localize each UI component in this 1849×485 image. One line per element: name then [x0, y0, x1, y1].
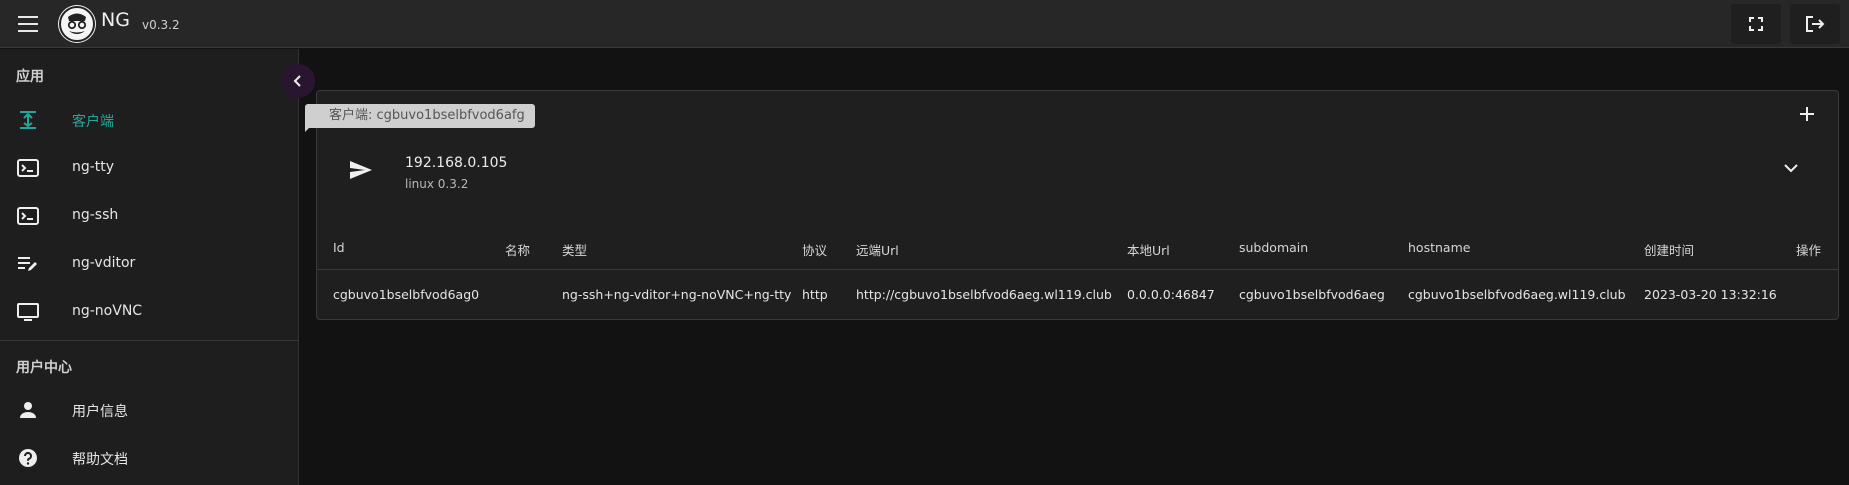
sidebar-item-ng-tty[interactable]: ng-tty	[0, 145, 298, 191]
sidebar-item-client[interactable]: 客户端	[0, 97, 298, 143]
client-host: 192.168.0.105	[405, 155, 508, 171]
table-cell-local-url: 0.0.0.0:46847	[1127, 287, 1215, 302]
table-header: 远端Url	[856, 243, 899, 258]
sidebar-section-apps: 应用	[16, 69, 44, 85]
sidebar-item-label: 客户端	[72, 114, 114, 130]
table-header: 协议	[802, 243, 828, 258]
fullscreen-icon	[1749, 17, 1763, 31]
monitor-icon	[17, 303, 39, 321]
table-header: 创建时间	[1644, 243, 1695, 258]
sidebar-item-ng-novnc[interactable]: ng-noVNC	[0, 289, 298, 335]
table-cell-created: 2023-03-20 13:32:16	[1644, 287, 1777, 302]
sidebar-item-label: ng-noVNC	[72, 303, 143, 319]
top-app-bar: NG v0.3.2	[0, 0, 1849, 48]
collapse-sidebar-button[interactable]	[281, 64, 315, 98]
table-header: 操作	[1796, 243, 1822, 258]
sidebar-item-ng-ssh[interactable]: ng-ssh	[0, 193, 298, 239]
table-cell-type: ng-ssh+ng-vditor+ng-noVNC+ng-tty	[562, 287, 792, 302]
sidebar-item-label: ng-ssh	[72, 207, 119, 223]
sidebar-item-help-docs[interactable]: 帮助文档	[0, 435, 298, 481]
client-os: linux 0.3.2	[405, 177, 469, 191]
logout-icon	[1806, 16, 1825, 32]
client-header-row[interactable]: 192.168.0.105 linux 0.3.2	[317, 136, 1838, 206]
table-cell-protocol: http	[802, 287, 828, 302]
hamburger-icon[interactable]	[16, 11, 42, 37]
ng-logo	[58, 5, 96, 43]
table-header: 本地Url	[1127, 243, 1170, 258]
help-icon	[19, 449, 37, 467]
sidebar-item-user-info[interactable]: 用户信息	[0, 387, 298, 433]
sidebar-item-label: 用户信息	[72, 404, 128, 420]
sidebar-item-label: 帮助文档	[72, 452, 128, 468]
table-divider	[317, 269, 1838, 270]
chevron-left-icon	[293, 75, 301, 87]
add-client-button[interactable]	[1792, 99, 1822, 129]
table-header: 名称	[505, 243, 531, 258]
table-cell-remote-url[interactable]: http://cgbuvo1bselbfvod6aeg.wl119.club	[856, 287, 1112, 302]
terminal-icon	[17, 207, 39, 225]
fullscreen-button[interactable]	[1731, 4, 1781, 44]
terminal-icon	[17, 159, 39, 177]
table-cell-id: cgbuvo1bselbfvod6ag0	[333, 287, 480, 302]
app-version: v0.3.2	[142, 18, 180, 32]
app-name: NG	[101, 9, 130, 31]
table-header: hostname	[1408, 240, 1471, 255]
sidebar-item-label: ng-tty	[72, 159, 115, 175]
logout-button[interactable]	[1790, 4, 1840, 44]
sidebar: 应用 客户端 ng-tty ng-ssh ng-vditor ng-noVNC	[0, 49, 299, 485]
table-header: 类型	[562, 243, 588, 258]
send-icon	[350, 161, 372, 179]
table-cell-hostname: cgbuvo1bselbfvod6aeg.wl119.club	[1408, 287, 1626, 302]
edit-note-icon	[18, 257, 37, 271]
sidebar-divider	[0, 340, 298, 341]
person-icon	[20, 402, 36, 418]
sidebar-section-user: 用户中心	[16, 360, 72, 376]
upload-icon	[20, 111, 36, 129]
sidebar-item-label: ng-vditor	[72, 255, 136, 271]
clients-card: 192.168.0.105 linux 0.3.2 Id 名称 类型 协议 远端…	[316, 90, 1839, 320]
client-tooltip: 客户端: cgbuvo1bselbfvod6afg	[305, 104, 535, 132]
plus-icon	[1800, 107, 1814, 121]
table-header: Id	[333, 240, 345, 255]
sidebar-item-ng-vditor[interactable]: ng-vditor	[0, 241, 298, 287]
table-header: subdomain	[1239, 240, 1309, 255]
table-cell-subdomain: cgbuvo1bselbfvod6aeg	[1239, 287, 1385, 302]
chevron-down-icon[interactable]	[1783, 162, 1799, 174]
